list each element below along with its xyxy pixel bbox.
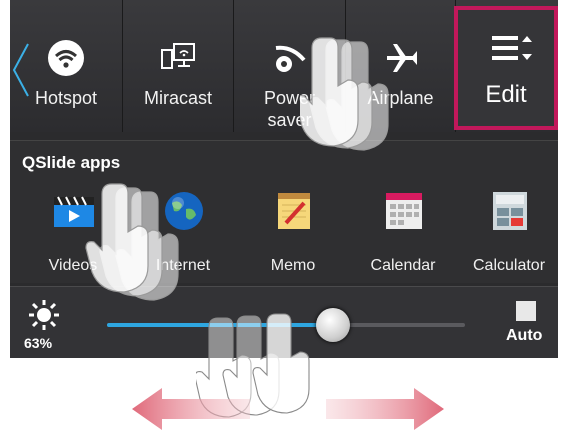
quick-setting-label: Hotspot <box>34 88 98 108</box>
qslide-title: QSlide apps <box>22 153 121 172</box>
qslide-app-label: Calculator <box>472 257 546 274</box>
calendar-icon <box>386 193 422 229</box>
calculator-icon <box>493 192 527 230</box>
quick-settings-bar: Hotspot Miracast Power saver Airplane Ed… <box>10 0 558 132</box>
qslide-app-memo[interactable]: Memo <box>238 189 348 279</box>
edit-label: Edit <box>485 81 527 108</box>
quick-setting-miracast[interactable]: Miracast <box>123 0 234 132</box>
qslide-app-calculator[interactable]: Calculator <box>454 189 558 279</box>
brightness-sun-icon <box>29 300 59 330</box>
quick-setting-hotspot[interactable]: Hotspot <box>10 0 123 132</box>
qslide-app-label: Memo <box>270 257 316 274</box>
auto-brightness-label: Auto <box>506 327 543 344</box>
tap-gesture-hand-icon <box>300 37 389 151</box>
brightness-percent: 63% <box>24 335 53 351</box>
qslide-app-label: Calendar <box>370 257 436 274</box>
swipe-left-arrow-icon <box>132 388 250 430</box>
miracast-icon <box>161 43 195 69</box>
quick-setting-label: Miracast <box>143 88 212 108</box>
swipe-right-arrow-icon <box>326 388 444 430</box>
edit-reorder-icon <box>492 36 532 60</box>
wifi-hotspot-icon <box>48 40 84 76</box>
memo-icon <box>278 193 310 229</box>
qslide-app-calendar[interactable]: Calendar <box>348 189 458 279</box>
auto-brightness-checkbox[interactable] <box>516 301 536 321</box>
drag-gesture-hand-icon <box>85 183 179 301</box>
edit-button[interactable]: Edit <box>454 6 558 130</box>
